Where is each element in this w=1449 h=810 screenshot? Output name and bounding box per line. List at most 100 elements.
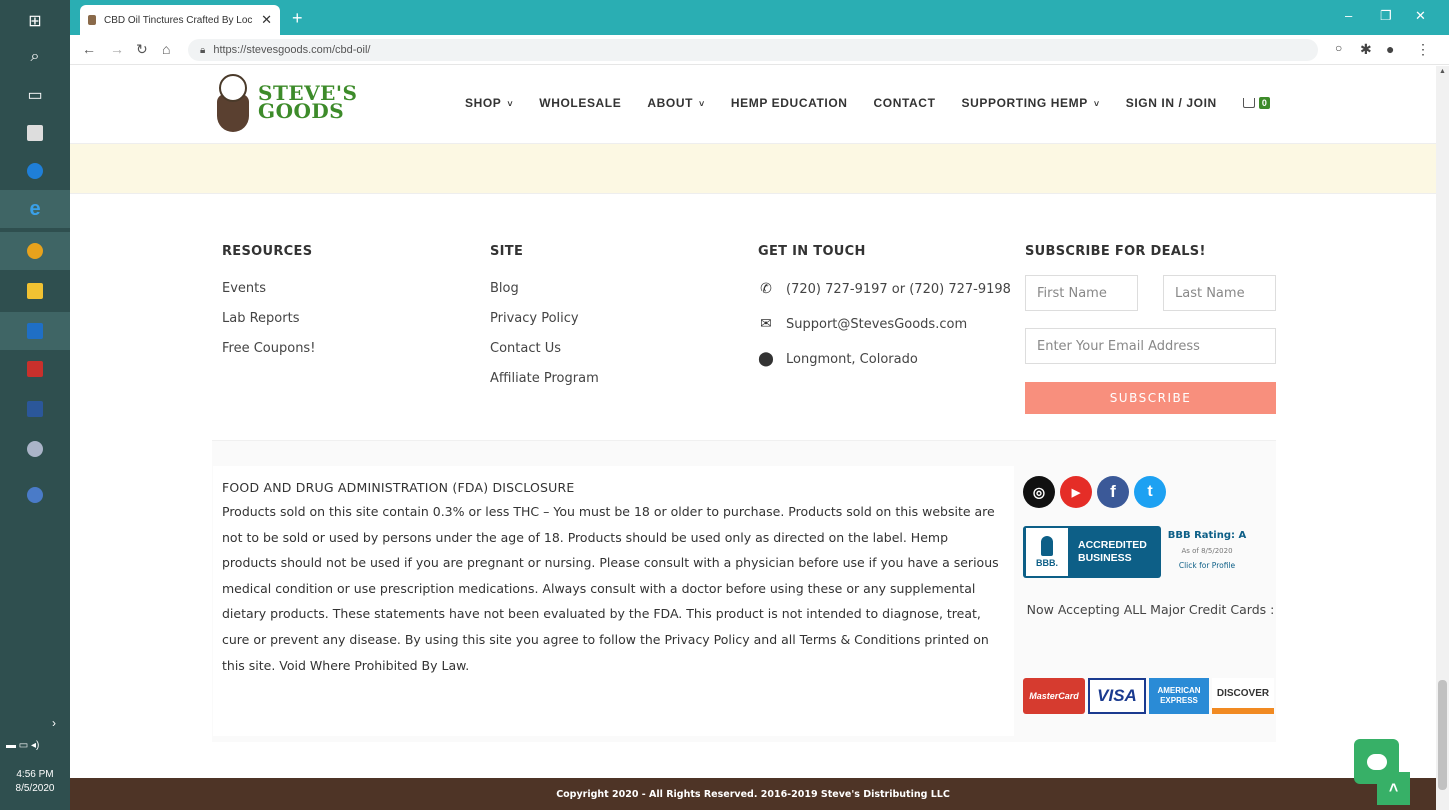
visa-logo: VISA [1088, 678, 1146, 714]
bbb-rating[interactable]: BBB Rating: A As of 8/5/2020 Click for P… [1166, 530, 1248, 570]
chevron-down-icon: ˅ [1093, 99, 1100, 109]
instagram-icon[interactable]: ◎ [1023, 476, 1055, 508]
chevron-right-icon[interactable]: › [52, 716, 56, 730]
url-text: https://stevesgoods.com/cbd-oil/ [213, 44, 371, 56]
phone-text: (720) 727-9197 or (720) 727-9198 [786, 281, 1011, 297]
edge-icon[interactable] [0, 152, 70, 190]
outlook-icon[interactable] [0, 312, 70, 350]
twitter-icon[interactable]: t [1134, 476, 1166, 508]
chrome-icon[interactable] [0, 232, 70, 270]
bbb-line2: BUSINESS [1078, 552, 1132, 564]
link-contact-us[interactable]: Contact Us [490, 341, 599, 356]
close-tab-icon[interactable]: ✕ [261, 12, 272, 28]
bbb-profile-link[interactable]: Click for Profile [1166, 561, 1248, 570]
subscribe-button[interactable]: SUBSCRIBE [1025, 382, 1276, 414]
app-icon[interactable] [0, 430, 70, 468]
extensions-puzzle-icon[interactable]: ✱ [1360, 41, 1372, 58]
restore-icon[interactable]: ❐ [1380, 8, 1392, 24]
new-tab-button[interactable]: + [292, 8, 303, 29]
app-icon-2[interactable] [0, 476, 70, 514]
nav-label: SUPPORTING HEMP [961, 96, 1088, 110]
payment-cards: MasterCard VISA AMERICAN EXPRESS DISCOVE… [1023, 678, 1277, 714]
youtube-icon[interactable]: ▶ [1060, 476, 1092, 508]
reload-icon[interactable]: ↻ [136, 41, 148, 58]
link-events[interactable]: Events [222, 281, 315, 296]
shopping-bag-icon [1242, 98, 1255, 108]
resources-column: RESOURCES Events Lab Reports Free Coupon… [222, 244, 315, 371]
chevron-down-icon: ˅ [507, 99, 514, 109]
nav-label: SHOP [465, 96, 502, 110]
browser-toolbar: ← → ↻ ⌂ 🔒︎ https://stevesgoods.com/cbd-o… [70, 35, 1449, 65]
last-name-field[interactable]: Last Name [1163, 275, 1276, 311]
acrobat-icon[interactable] [0, 350, 70, 388]
start-icon[interactable]: ⊞ [0, 2, 70, 40]
minimize-icon[interactable]: ‒ [1345, 8, 1352, 23]
phone-row[interactable]: ✆ (720) 727-9197 or (720) 727-9198 [758, 281, 1011, 297]
contact-column: GET IN TOUCH ✆ (720) 727-9197 or (720) 7… [758, 244, 1011, 386]
link-lab-reports[interactable]: Lab Reports [222, 311, 315, 326]
scroll-to-top-button[interactable]: ˄ [1377, 772, 1410, 805]
link-free-coupons[interactable]: Free Coupons! [222, 341, 315, 356]
email-field[interactable]: Enter Your Email Address [1025, 328, 1276, 364]
task-view-icon[interactable]: ▭ [0, 76, 70, 114]
nav-label: WHOLESALE [539, 96, 622, 110]
chevron-up-icon: ˄ [1388, 779, 1399, 797]
envelope-icon: ✉ [760, 316, 772, 332]
nav-label: SIGN IN / JOIN [1125, 96, 1217, 110]
close-window-icon[interactable]: ✕ [1415, 8, 1426, 24]
logo-wordmark: STEVE'S GOODS [258, 83, 357, 121]
bbb-badge[interactable]: BBB. ACCREDITED BUSINESS [1023, 526, 1161, 578]
phone-icon: ✆ [760, 281, 772, 297]
scrollbar-thumb[interactable] [1438, 680, 1447, 790]
nav-hemp-education[interactable]: HEMP EDUCATION [731, 96, 848, 110]
amex-line1: AMERICAN [1157, 686, 1201, 695]
notice-band [70, 144, 1436, 194]
discover-logo: DISCOVER [1212, 678, 1274, 714]
profile-icon[interactable]: ● [1386, 41, 1394, 57]
amex-logo: AMERICAN EXPRESS [1149, 678, 1209, 714]
system-tray-icons[interactable]: ▬ ▭ ◂) [6, 740, 39, 751]
internet-explorer-icon[interactable]: e [0, 190, 70, 228]
fda-text: Products sold on this site contain 0.3% … [222, 504, 999, 673]
credit-cards-notice: Now Accepting ALL Major Credit Cards : [1026, 602, 1275, 617]
first-name-field[interactable]: First Name [1025, 275, 1138, 311]
file-explorer-icon[interactable] [0, 272, 70, 310]
calculator-icon[interactable] [0, 114, 70, 152]
fda-disclosure: FOOD AND DRUG ADMINISTRATION (FDA) DISCL… [213, 466, 1014, 736]
scroll-up-arrow-icon[interactable]: ▲ [1436, 68, 1449, 75]
copyright-text: Copyright 2020 - All Rights Reserved. 20… [556, 788, 950, 800]
bbb-as-of: As of 8/5/2020 [1181, 547, 1233, 555]
home-icon[interactable]: ⌂ [162, 41, 170, 57]
browser-tab[interactable]: CBD Oil Tinctures Crafted By Loc ✕ [80, 5, 280, 35]
search-icon[interactable]: ⌕ [0, 38, 70, 76]
nav-contact[interactable]: CONTACT [874, 96, 936, 110]
menu-icon[interactable]: ⋮ [1416, 41, 1430, 58]
site-logo[interactable]: STEVE'S GOODS [216, 72, 357, 132]
link-blog[interactable]: Blog [490, 281, 599, 296]
site-column: SITE Blog Privacy Policy Contact Us Affi… [490, 244, 599, 401]
address-bar[interactable]: 🔒︎ https://stevesgoods.com/cbd-oil/ [188, 39, 1318, 61]
social-links: ◎ ▶ f t [1023, 476, 1171, 508]
cart-button[interactable]: 0 [1242, 97, 1271, 109]
link-affiliate-program[interactable]: Affiliate Program [490, 371, 599, 386]
email-row[interactable]: ✉ Support@StevesGoods.com [758, 316, 1011, 332]
link-privacy-policy[interactable]: Privacy Policy [490, 311, 599, 326]
forward-icon[interactable]: → [110, 41, 124, 57]
chat-bubble-icon [1366, 753, 1387, 770]
mastercard-logo: MasterCard [1023, 678, 1085, 714]
copyright-bar: Copyright 2020 - All Rights Reserved. 20… [70, 778, 1436, 810]
back-icon[interactable]: ← [82, 41, 96, 57]
nav-label: ABOUT [647, 96, 694, 110]
taskbar-clock[interactable]: 4:56 PM 8/5/2020 [0, 768, 70, 796]
extension-icon[interactable]: ○ [1335, 41, 1342, 55]
word-icon[interactable] [0, 390, 70, 428]
nav-sign-in[interactable]: SIGN IN / JOIN [1126, 96, 1217, 110]
nav-label: HEMP EDUCATION [730, 96, 848, 110]
facebook-icon[interactable]: f [1097, 476, 1129, 508]
bbb-rating-text: BBB Rating: A [1167, 530, 1247, 541]
nav-about[interactable]: ABOUT ˅ [647, 96, 705, 110]
nav-supporting-hemp[interactable]: SUPPORTING HEMP ˅ [962, 96, 1100, 110]
location-row: ⬤ Longmont, Colorado [758, 351, 1011, 367]
nav-wholesale[interactable]: WHOLESALE [539, 96, 621, 110]
nav-shop[interactable]: SHOP ˅ [465, 96, 513, 110]
